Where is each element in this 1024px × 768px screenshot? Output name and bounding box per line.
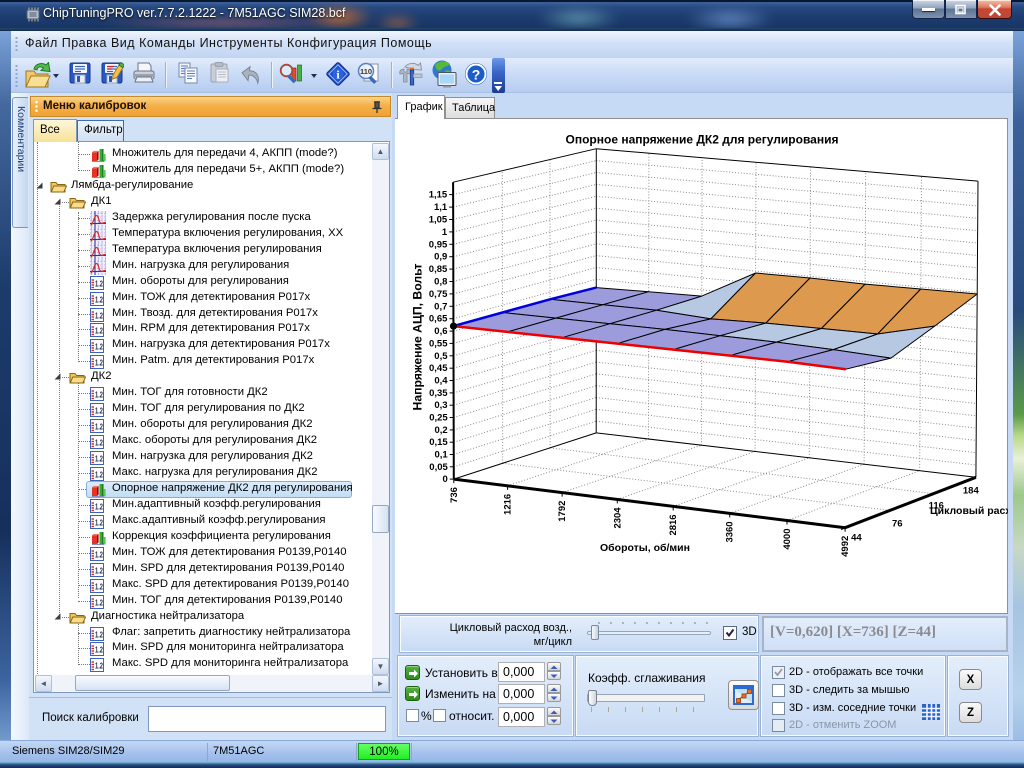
svg-text:1: 1 [442,227,448,238]
svg-text:2816: 2816 [668,514,679,535]
svg-text:0,1: 0,1 [434,450,448,461]
svg-text:0,25: 0,25 [429,413,448,424]
svg-text:1.2: 1.2 [95,582,103,592]
svg-text:0,95: 0,95 [429,239,448,250]
svg-text:0,75: 0,75 [429,289,448,300]
svg-text:1.2: 1.2 [95,279,103,289]
svg-text:1,15: 1,15 [429,190,448,201]
svg-text:0,55: 0,55 [429,338,448,349]
svg-text:736: 736 [449,487,460,503]
svg-text:3360: 3360 [725,521,736,542]
svg-text:1.2: 1.2 [95,630,103,640]
svg-text:1792: 1792 [557,501,568,522]
svg-text:Напряжение АЦП, Вольт: Напряжение АЦП, Вольт [411,264,425,411]
svg-text:0,35: 0,35 [429,388,448,399]
svg-text:0,05: 0,05 [429,462,448,473]
svg-text:Обороты, об/мин: Обороты, об/мин [600,542,690,554]
svg-text:0,15: 0,15 [429,437,448,448]
svg-text:0,8: 0,8 [434,277,447,288]
svg-text:0,65: 0,65 [429,314,448,325]
svg-text:1.2: 1.2 [95,342,103,352]
svg-text:Опорное напряжение ДК2 для рег: Опорное напряжение ДК2 для регулирования [566,133,839,147]
svg-text:1,05: 1,05 [429,215,448,226]
svg-text:1.2: 1.2 [95,518,103,528]
svg-text:1.2: 1.2 [95,470,103,480]
svg-text:1.2: 1.2 [95,358,103,368]
svg-text:1,1: 1,1 [434,202,448,213]
svg-text:0,6: 0,6 [434,326,447,337]
svg-text:1.2: 1.2 [95,406,103,416]
svg-text:0,85: 0,85 [429,264,448,275]
svg-text:4000: 4000 [782,529,793,550]
svg-text:1.2: 1.2 [95,311,103,321]
svg-text:0,9: 0,9 [434,252,447,263]
svg-text:1.2: 1.2 [95,390,103,400]
svg-text:0,45: 0,45 [429,363,448,374]
svg-text:1.2: 1.2 [95,598,103,608]
svg-text:0,3: 0,3 [434,400,447,411]
svg-text:?: ? [472,67,481,83]
svg-text:1.2: 1.2 [95,566,103,576]
svg-text:1.2: 1.2 [95,438,103,448]
svg-text:0,4: 0,4 [434,376,448,387]
svg-text:1.2: 1.2 [95,550,103,560]
svg-text:1.2: 1.2 [95,502,103,512]
svg-text:1216: 1216 [503,494,514,515]
svg-text:2304: 2304 [612,507,623,529]
svg-text:0,5: 0,5 [434,351,448,362]
svg-text:76: 76 [892,518,903,529]
svg-text:1.2: 1.2 [95,454,103,464]
svg-text:0: 0 [443,474,448,485]
svg-text:1.2: 1.2 [95,645,103,655]
svg-text:110: 110 [360,67,372,76]
svg-text:1.2: 1.2 [95,661,103,671]
svg-text:0,2: 0,2 [434,425,447,436]
svg-text:Цикловый расх: Цикловый расх [930,505,1008,517]
svg-text:44: 44 [851,533,862,544]
svg-text:4992: 4992 [840,536,851,557]
svg-text:1.2: 1.2 [95,422,103,432]
svg-text:0,7: 0,7 [434,301,447,312]
svg-text:184: 184 [963,485,980,496]
svg-text:1.2: 1.2 [95,295,103,305]
svg-text:1.2: 1.2 [95,326,103,336]
